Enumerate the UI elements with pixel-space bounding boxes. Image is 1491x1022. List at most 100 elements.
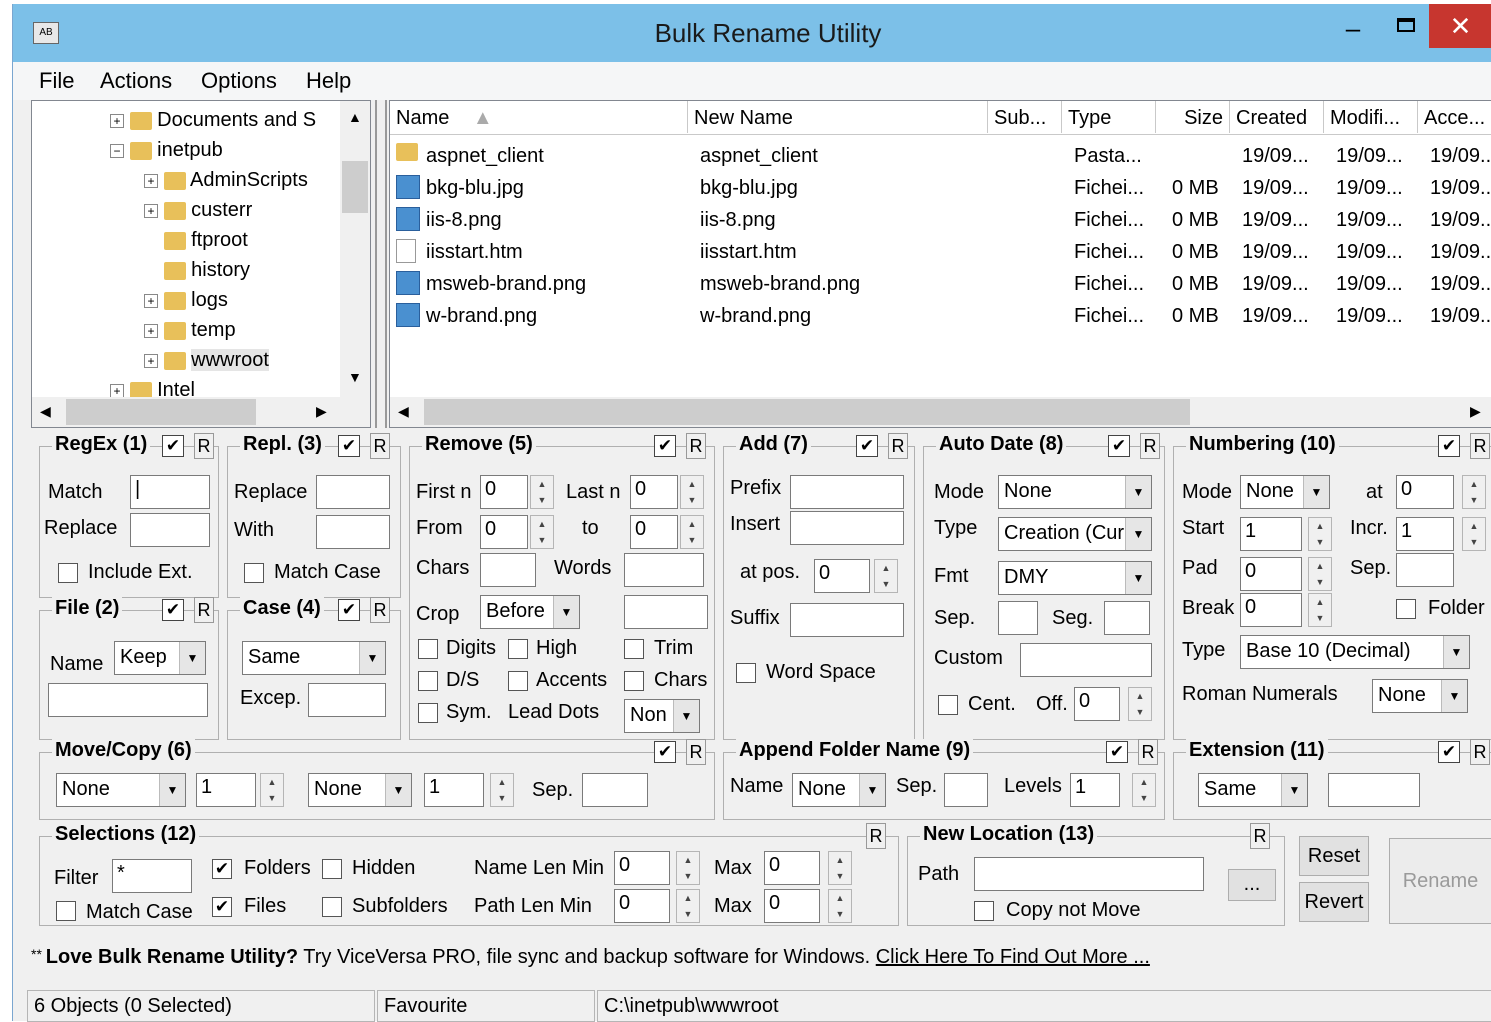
- sym-checkbox[interactable]: [418, 703, 438, 723]
- add-enable-checkbox[interactable]: ✔: [856, 435, 878, 457]
- menu-options[interactable]: Options: [201, 68, 277, 94]
- num-break-spinner[interactable]: ▲ ▼: [1308, 593, 1332, 627]
- repl-match-case-checkbox[interactable]: [244, 563, 264, 583]
- minimize-button[interactable]: –: [1323, 8, 1383, 48]
- movecopy-select-1[interactable]: None ▼: [56, 773, 186, 807]
- num-pad-input[interactable]: 0: [1240, 557, 1302, 591]
- filelist-hscrollbar[interactable]: ◀ ▶: [390, 397, 1491, 427]
- tree-item[interactable]: + wwwroot: [144, 349, 269, 372]
- movecopy-num-2[interactable]: 1: [424, 773, 484, 807]
- ad-sep-input[interactable]: [998, 601, 1038, 635]
- scroll-thumb[interactable]: [342, 161, 368, 213]
- numbering-reset-r[interactable]: R: [1470, 433, 1490, 459]
- chars-input[interactable]: [480, 553, 536, 587]
- menu-file[interactable]: File: [39, 68, 74, 94]
- last-n-input[interactable]: 0: [630, 475, 678, 509]
- num-incr-input[interactable]: 1: [1396, 517, 1454, 551]
- ad-custom-input[interactable]: [1020, 643, 1152, 677]
- prefix-input[interactable]: [790, 475, 904, 509]
- repl-reset-r[interactable]: R: [370, 433, 390, 459]
- file-list[interactable]: Name ▲ New Name Sub... Type Size Created Modif…: [389, 100, 1491, 428]
- trim-checkbox[interactable]: [624, 639, 644, 659]
- at-pos-input[interactable]: 0: [814, 559, 870, 593]
- tree-item[interactable]: + custerr: [144, 199, 252, 222]
- include-ext-checkbox[interactable]: [58, 563, 78, 583]
- tree-item[interactable]: + Documents and S: [110, 109, 316, 132]
- expand-icon[interactable]: +: [144, 323, 158, 338]
- max2-input[interactable]: 0: [764, 889, 820, 923]
- promo-link[interactable]: Click Here To Find Out More ...: [876, 946, 1150, 968]
- movecopy-select-2[interactable]: None ▼: [308, 773, 412, 807]
- scroll-thumb-h[interactable]: [66, 399, 256, 425]
- extension-input[interactable]: [1328, 773, 1420, 807]
- lead-dots-select[interactable]: Non ▼: [624, 699, 700, 733]
- from-spinner[interactable]: ▲ ▼: [530, 515, 554, 549]
- rename-button[interactable]: Rename: [1389, 838, 1491, 924]
- file-enable-checkbox[interactable]: ✔: [162, 599, 184, 621]
- scroll-left-icon[interactable]: ◀: [398, 403, 409, 420]
- table-row[interactable]: bkg-blu.jpg bkg-blu.jpg Fichei... 0 MB 19/09…: [390, 173, 1491, 205]
- afn-name-select[interactable]: None ▼: [792, 773, 886, 807]
- crop-input[interactable]: [624, 595, 708, 629]
- subfolders-checkbox[interactable]: [322, 897, 342, 917]
- extension-select[interactable]: Same ▼: [1198, 773, 1308, 807]
- name-len-min-spinner[interactable]: ▲ ▼: [676, 851, 700, 885]
- repl-with-input[interactable]: [316, 515, 390, 549]
- table-row[interactable]: msweb-brand.png msweb-brand.png Fichei... 0…: [390, 269, 1491, 301]
- sel-match-case-checkbox[interactable]: [56, 901, 76, 921]
- expand-icon[interactable]: +: [144, 353, 158, 368]
- expand-icon[interactable]: +: [144, 203, 158, 218]
- appendfolder-reset-r[interactable]: R: [1138, 739, 1158, 765]
- table-row[interactable]: iisstart.htm iisstart.htm Fichei... 0 MB 19/…: [390, 237, 1491, 269]
- movecopy-reset-r[interactable]: R: [686, 739, 706, 765]
- tree-item[interactable]: + temp: [144, 319, 236, 342]
- tree-hscrollbar[interactable]: ◀ ▶: [32, 397, 370, 427]
- num-start-spinner[interactable]: ▲ ▼: [1308, 517, 1332, 551]
- reset-button[interactable]: Reset: [1299, 836, 1369, 876]
- remove-reset-r[interactable]: R: [686, 433, 706, 459]
- case-excep-input[interactable]: [308, 683, 386, 717]
- table-row[interactable]: w-brand.png w-brand.png Fichei... 0 MB 19/09…: [390, 301, 1491, 333]
- to-input[interactable]: 0: [630, 515, 678, 549]
- header-col-accessed[interactable]: Acce...: [1418, 101, 1491, 133]
- extension-reset-r[interactable]: R: [1470, 739, 1490, 765]
- ad-seg-input[interactable]: [1104, 601, 1150, 635]
- num-mode-select[interactable]: None ▼: [1240, 475, 1330, 509]
- high-checkbox[interactable]: [508, 639, 528, 659]
- filter-input[interactable]: *: [112, 859, 192, 893]
- folders-checkbox[interactable]: ✔: [212, 859, 232, 879]
- movecopy-spinner-2[interactable]: ▲ ▼: [490, 773, 514, 807]
- ad-type-select[interactable]: Creation (Cur ▼: [998, 517, 1152, 551]
- num-break-input[interactable]: 0: [1240, 593, 1302, 627]
- header-col-type[interactable]: Type: [1062, 101, 1156, 133]
- ad-off-spinner[interactable]: ▲ ▼: [1128, 687, 1152, 721]
- ad-off-input[interactable]: 0: [1074, 687, 1120, 721]
- file-name-select[interactable]: Keep ▼: [114, 641, 206, 675]
- to-spinner[interactable]: ▲ ▼: [680, 515, 704, 549]
- regex-reset-r[interactable]: R: [194, 433, 214, 459]
- newloc-path-input[interactable]: [974, 857, 1204, 891]
- num-type-select[interactable]: Base 10 (Decimal) ▼: [1240, 635, 1470, 669]
- scroll-right-icon[interactable]: ▶: [316, 403, 327, 420]
- menu-help[interactable]: Help: [306, 68, 351, 94]
- file-name-input[interactable]: [48, 683, 208, 717]
- newloc-reset-r[interactable]: R: [1250, 823, 1270, 849]
- tree-item[interactable]: + AdminScripts: [144, 169, 308, 192]
- table-row[interactable]: iis-8.png iis-8.png Fichei... 0 MB 19/09... 1…: [390, 205, 1491, 237]
- table-row[interactable]: aspnet_client aspnet_client Pasta... 19/09.…: [390, 141, 1491, 173]
- max2-spinner[interactable]: ▲ ▼: [828, 889, 852, 923]
- autodate-enable-checkbox[interactable]: ✔: [1108, 435, 1130, 457]
- afn-levels-spinner[interactable]: ▲ ▼: [1132, 773, 1156, 807]
- suffix-input[interactable]: [790, 603, 904, 637]
- remove-enable-checkbox[interactable]: ✔: [654, 435, 676, 457]
- tree-item[interactable]: ftproot: [144, 229, 248, 252]
- extension-enable-checkbox[interactable]: ✔: [1438, 741, 1460, 763]
- roman-numerals-select[interactable]: None ▼: [1372, 679, 1468, 713]
- tree-item[interactable]: − inetpub: [110, 139, 223, 162]
- movecopy-sep-input[interactable]: [582, 773, 648, 807]
- header-col-new-name[interactable]: New Name: [688, 101, 988, 133]
- chars-checkbox[interactable]: [624, 671, 644, 691]
- movecopy-num-1[interactable]: 1: [196, 773, 256, 807]
- num-at-input[interactable]: 0: [1396, 475, 1454, 509]
- repl-replace-input[interactable]: [316, 475, 390, 509]
